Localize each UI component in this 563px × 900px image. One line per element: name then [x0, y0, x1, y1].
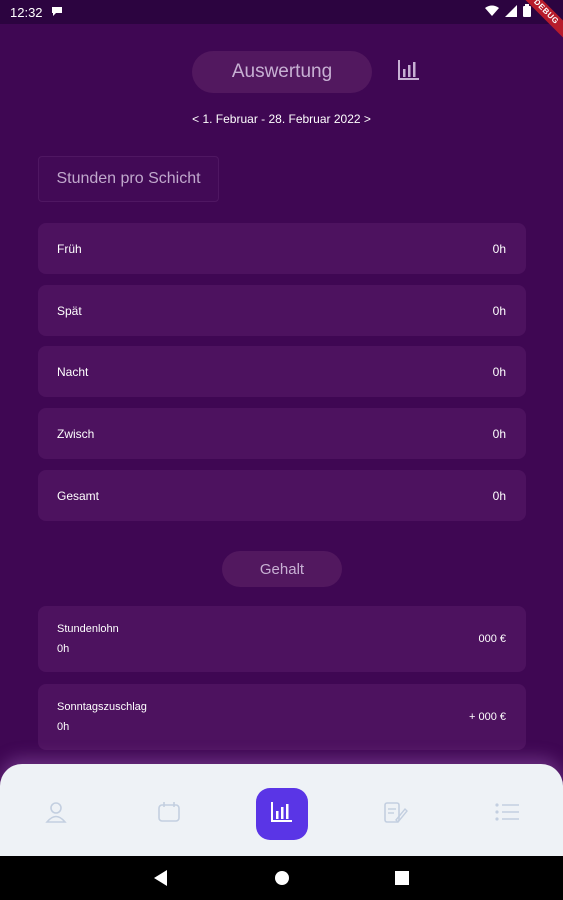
clipboard-edit-icon: [382, 799, 408, 830]
shift-label: Gesamt: [57, 488, 100, 503]
content-area: Auswertung < 1. Februar - 28. Februar 20…: [0, 24, 563, 764]
nav-statistics[interactable]: [256, 788, 308, 840]
shift-label: Früh: [57, 241, 82, 256]
shift-label: Spät: [57, 303, 82, 318]
list-icon: [494, 802, 520, 827]
nav-notes[interactable]: [369, 788, 421, 840]
chat-notification-icon: [51, 5, 63, 20]
salary-hours: 0h: [57, 721, 70, 733]
signal-icon: [505, 4, 517, 20]
nav-list[interactable]: [481, 788, 533, 840]
home-icon[interactable]: [274, 870, 290, 891]
section-title-hours: Stunden pro Schicht: [38, 156, 219, 202]
shift-label: Nacht: [57, 364, 89, 379]
date-range-selector[interactable]: < 1. Februar - 28. Februar 2022 >: [0, 112, 563, 126]
shift-row-gesamt: Gesamt 0h: [38, 470, 526, 521]
nav-profile[interactable]: [30, 788, 82, 840]
shift-value: 0h: [492, 426, 506, 441]
shift-row-frueh: Früh 0h: [38, 223, 526, 274]
shift-value: 0h: [492, 303, 506, 318]
shift-value: 0h: [492, 241, 506, 256]
shift-row-spaet: Spät 0h: [38, 285, 526, 336]
shift-value: 0h: [492, 364, 506, 379]
salary-row-stundenlohn: Stundenlohn 0h 000 €: [38, 606, 526, 672]
nav-calendar[interactable]: [143, 788, 195, 840]
shift-row-nacht: Nacht 0h: [38, 346, 526, 397]
bar-chart-icon: [270, 801, 294, 828]
bar-chart-icon[interactable]: [396, 57, 422, 83]
shift-label: Zwisch: [57, 426, 95, 441]
salary-row-sonntagszuschlag: Sonntagszuschlag 0h + 000 €: [38, 684, 526, 750]
status-bar: 12:32 DEBUG: [0, 0, 563, 41]
salary-value: + 000 €: [468, 711, 506, 723]
wifi-icon: [485, 5, 499, 20]
salary-label: Stundenlohn: [57, 623, 119, 635]
calendar-icon: [157, 800, 181, 829]
salary-hours: 0h: [57, 643, 70, 655]
shift-row-zwisch: Zwisch 0h: [38, 408, 526, 459]
back-icon[interactable]: [154, 870, 168, 891]
status-time: 12:32: [10, 4, 43, 20]
bottom-navigation: [0, 764, 563, 856]
salary-value: 000 €: [478, 633, 506, 645]
system-navigation-bar: [0, 856, 563, 900]
recents-icon[interactable]: [395, 871, 409, 890]
page-title[interactable]: Auswertung: [192, 51, 372, 93]
battery-icon: [523, 4, 531, 20]
person-icon: [44, 800, 68, 829]
shift-value: 0h: [492, 488, 506, 503]
salary-label: Sonntagszuschlag: [57, 701, 147, 713]
section-title-salary: Gehalt: [222, 551, 342, 587]
